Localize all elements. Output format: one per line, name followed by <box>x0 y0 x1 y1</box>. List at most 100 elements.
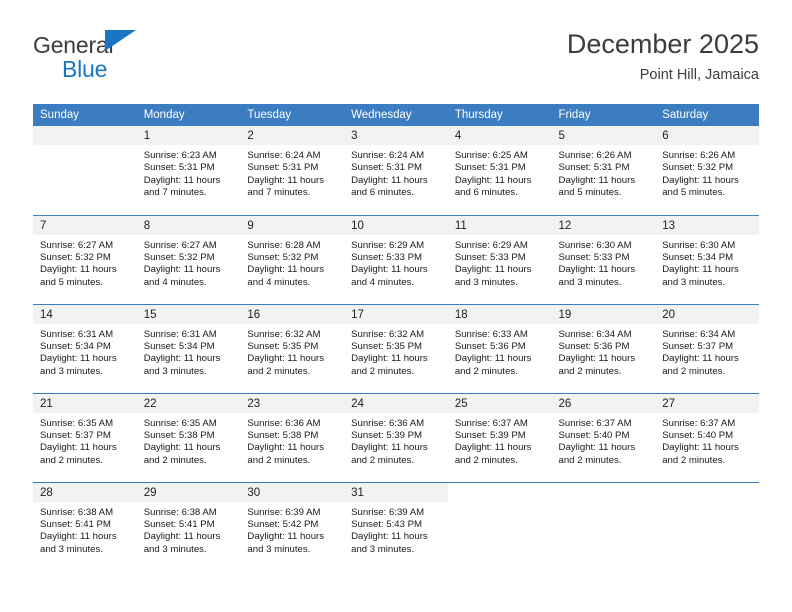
day-sunset-line: Sunset: 5:34 PM <box>143 340 215 352</box>
calendar-day-cell[interactable]: 1 Sunrise: 6:23 AM Sunset: 5:31 PM Daylight… <box>136 126 241 215</box>
title-block: December 2025 Point Hill, Jamaica <box>567 28 759 85</box>
day-sunrise-line: Sunrise: 6:38 AM <box>40 506 114 518</box>
calendar-day-cell[interactable]: 18 Sunrise: 6:33 AM Sunset: 5:36 PM Dayligh… <box>447 303 552 393</box>
day-daylight-line: Daylight: 11 hours <box>454 264 532 276</box>
calendar-day-cell[interactable]: 29 Sunrise: 6:38 AM Sunset: 5:41 PM Dayligh… <box>136 481 241 571</box>
day-sunrise-line: Sunrise: 6:37 AM <box>558 417 632 429</box>
day-daylight-line: and 2 minutes. <box>351 365 415 377</box>
day-daylight-line: and 2 minutes. <box>40 454 103 466</box>
day-number: 1 <box>136 126 241 145</box>
calendar-day-cell[interactable]: 25 Sunrise: 6:37 AM Sunset: 5:39 PM Dayligh… <box>447 392 552 482</box>
day-daylight-line: Daylight: 11 hours <box>40 442 117 454</box>
day-sunrise-line: Sunrise: 6:26 AM <box>558 150 632 161</box>
weekday-header-tuesday: Tuesday <box>240 104 345 126</box>
day-daylight-line: and 3 minutes. <box>40 543 103 555</box>
day-sunrise-line: Sunrise: 6:27 AM <box>143 239 217 251</box>
calendar-day-cell[interactable] <box>447 481 552 571</box>
day-sunrise-line: Sunrise: 6:32 AM <box>247 328 321 340</box>
day-sunrise-line: Sunrise: 6:31 AM <box>40 328 114 340</box>
day-number: 19 <box>551 304 656 324</box>
day-number: 18 <box>447 304 552 324</box>
day-daylight-line: Daylight: 11 hours <box>351 353 428 365</box>
day-number: 16 <box>240 304 345 324</box>
day-cell-content: 4 Sunrise: 6:25 AM Sunset: 5:31 PM Daylight… <box>447 126 552 214</box>
weekday-header-sunday: Sunday <box>33 104 137 126</box>
day-sunset-line: Sunset: 5:33 PM <box>558 251 630 263</box>
calendar-table: Sunday Monday Tuesday Wednesday Thursday Frid… <box>33 104 759 571</box>
calendar-day-cell[interactable]: 30 Sunrise: 6:39 AM Sunset: 5:42 PM Dayligh… <box>240 481 345 571</box>
day-sunset-line: Sunset: 5:31 PM <box>143 162 215 174</box>
calendar-day-cell[interactable]: 21 Sunrise: 6:35 AM Sunset: 5:37 PM Dayligh… <box>33 392 137 482</box>
day-cell-content: 12 Sunrise: 6:30 AM Sunset: 5:33 PM Dayligh… <box>551 215 656 304</box>
calendar-day-cell[interactable]: 8 Sunrise: 6:27 AM Sunset: 5:32 PM Daylight… <box>136 214 241 304</box>
calendar-day-cell[interactable]: 12 Sunrise: 6:30 AM Sunset: 5:33 PM Dayligh… <box>551 214 656 304</box>
day-sunset-line: Sunset: 5:32 PM <box>247 251 319 263</box>
day-details: Sunrise: 6:29 AM Sunset: 5:33 PM Daylight:… <box>448 235 552 290</box>
calendar-day-cell[interactable]: 9 Sunrise: 6:28 AM Sunset: 5:32 PM Daylight… <box>240 214 345 304</box>
calendar-day-cell[interactable]: 7 Sunrise: 6:27 AM Sunset: 5:32 PM Daylight… <box>33 214 137 304</box>
day-number: 30 <box>240 482 345 502</box>
calendar-day-cell[interactable]: 13 Sunrise: 6:30 AM Sunset: 5:34 PM Dayligh… <box>655 214 759 304</box>
day-cell-content: 9 Sunrise: 6:28 AM Sunset: 5:32 PM Daylight… <box>240 215 345 304</box>
calendar-day-cell[interactable] <box>551 481 656 571</box>
calendar-day-cell[interactable]: 22 Sunrise: 6:35 AM Sunset: 5:38 PM Dayligh… <box>136 392 241 482</box>
calendar-day-cell[interactable]: 5 Sunrise: 6:26 AM Sunset: 5:31 PM Daylight… <box>551 126 656 215</box>
day-daylight-line: Daylight: 11 hours <box>247 531 325 543</box>
calendar-day-cell[interactable]: 24 Sunrise: 6:36 AM Sunset: 5:39 PM Dayligh… <box>344 392 448 482</box>
calendar-day-cell[interactable]: 2 Sunrise: 6:24 AM Sunset: 5:31 PM Daylight… <box>240 126 345 215</box>
day-sunset-line: Sunset: 5:32 PM <box>40 251 111 263</box>
calendar-day-cell[interactable]: 10 Sunrise: 6:29 AM Sunset: 5:33 PM Dayligh… <box>344 214 448 304</box>
day-sunrise-line: Sunrise: 6:30 AM <box>558 239 632 251</box>
day-number: 7 <box>33 215 137 235</box>
day-daylight-line: and 5 minutes. <box>662 187 726 199</box>
day-daylight-line: and 3 minutes. <box>143 543 207 555</box>
calendar-day-cell[interactable] <box>655 481 759 571</box>
calendar-day-cell[interactable]: 26 Sunrise: 6:37 AM Sunset: 5:40 PM Dayligh… <box>551 392 656 482</box>
day-sunrise-line: Sunrise: 6:34 AM <box>558 328 632 340</box>
day-sunrise-line: Sunrise: 6:33 AM <box>454 328 528 340</box>
day-sunrise-line: Sunrise: 6:35 AM <box>40 417 114 429</box>
calendar-day-cell[interactable]: 3 Sunrise: 6:24 AM Sunset: 5:31 PM Daylight… <box>344 126 448 215</box>
day-daylight-line: Daylight: 11 hours <box>143 264 221 276</box>
day-cell-content: 22 Sunrise: 6:35 AM Sunset: 5:38 PM Dayligh… <box>136 393 241 482</box>
day-sunset-line: Sunset: 5:33 PM <box>454 251 526 263</box>
calendar-day-cell[interactable]: 28 Sunrise: 6:38 AM Sunset: 5:41 PM Dayligh… <box>33 481 137 571</box>
calendar-day-cell[interactable]: 27 Sunrise: 6:37 AM Sunset: 5:40 PM Dayligh… <box>655 392 759 482</box>
calendar-day-cell[interactable]: 17 Sunrise: 6:32 AM Sunset: 5:35 PM Dayligh… <box>344 303 448 393</box>
day-daylight-line: and 2 minutes. <box>454 365 518 377</box>
day-daylight-line: and 2 minutes. <box>351 454 415 466</box>
calendar-day-cell[interactable]: 14 Sunrise: 6:31 AM Sunset: 5:34 PM Dayligh… <box>33 303 137 393</box>
day-daylight-line: and 2 minutes. <box>247 365 311 377</box>
day-sunset-line: Sunset: 5:32 PM <box>662 162 734 174</box>
day-daylight-line: and 5 minutes. <box>40 276 103 288</box>
day-sunset-line: Sunset: 5:40 PM <box>662 429 734 441</box>
calendar-day-cell[interactable]: 16 Sunrise: 6:32 AM Sunset: 5:35 PM Dayligh… <box>240 303 345 393</box>
calendar-day-cell[interactable]: 31 Sunrise: 6:39 AM Sunset: 5:43 PM Dayligh… <box>344 481 448 571</box>
calendar-day-cell[interactable]: 4 Sunrise: 6:25 AM Sunset: 5:31 PM Daylight… <box>447 126 552 215</box>
day-details: Sunrise: 6:37 AM Sunset: 5:40 PM Daylight:… <box>552 413 656 468</box>
calendar-day-cell[interactable]: 20 Sunrise: 6:34 AM Sunset: 5:37 PM Dayligh… <box>655 303 759 393</box>
calendar-day-cell[interactable] <box>33 126 137 215</box>
calendar-day-cell[interactable]: 6 Sunrise: 6:26 AM Sunset: 5:32 PM Daylight… <box>655 126 759 215</box>
calendar-day-cell[interactable]: 11 Sunrise: 6:29 AM Sunset: 5:33 PM Dayligh… <box>447 214 552 304</box>
day-daylight-line: and 4 minutes. <box>143 276 207 288</box>
day-cell-content: 13 Sunrise: 6:30 AM Sunset: 5:34 PM Dayligh… <box>655 215 759 304</box>
day-details <box>33 145 137 150</box>
calendar-week-row: 28 Sunrise: 6:38 AM Sunset: 5:41 PM Dayligh… <box>33 481 759 571</box>
calendar-day-cell[interactable]: 23 Sunrise: 6:36 AM Sunset: 5:38 PM Dayligh… <box>240 392 345 482</box>
calendar-day-cell[interactable]: 19 Sunrise: 6:34 AM Sunset: 5:36 PM Dayligh… <box>551 303 656 393</box>
day-daylight-line: Daylight: 11 hours <box>351 442 428 454</box>
calendar-week-row: 1 Sunrise: 6:23 AM Sunset: 5:31 PM Daylight… <box>33 126 759 215</box>
general-blue-logo[interactable]: General Blue <box>33 28 136 81</box>
weekday-header-monday: Monday <box>136 104 241 126</box>
calendar-week-row: 21 Sunrise: 6:35 AM Sunset: 5:37 PM Dayligh… <box>33 392 759 482</box>
day-sunrise-line: Sunrise: 6:37 AM <box>454 417 528 429</box>
day-sunrise-line: Sunrise: 6:23 AM <box>143 150 217 161</box>
day-number <box>33 126 137 145</box>
day-cell-content: 6 Sunrise: 6:26 AM Sunset: 5:32 PM Daylight… <box>655 126 759 214</box>
day-cell-content <box>33 126 137 214</box>
calendar-day-cell[interactable]: 15 Sunrise: 6:31 AM Sunset: 5:34 PM Dayligh… <box>136 303 241 393</box>
day-details: Sunrise: 6:34 AM Sunset: 5:37 PM Daylight:… <box>655 324 759 379</box>
day-sunset-line: Sunset: 5:32 PM <box>143 251 215 263</box>
day-daylight-line: Daylight: 11 hours <box>143 442 221 454</box>
